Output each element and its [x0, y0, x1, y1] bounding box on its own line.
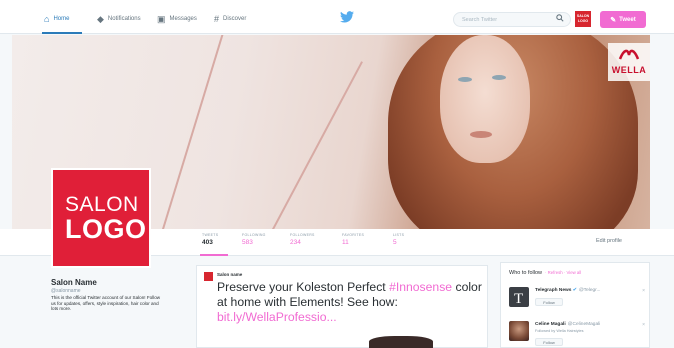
tweet-card[interactable]: Salon name Preserve your Koleston Perfec… — [196, 265, 488, 348]
bell-icon: ◆ — [97, 13, 104, 24]
wella-wave-icon — [618, 49, 640, 60]
model-lips — [470, 131, 492, 138]
nav-active-indicator — [42, 32, 82, 34]
profile-bio: This is the official Twitter account of … — [51, 295, 161, 312]
top-nav: ⌂ Home ◆ Notifications ▣ Messages # Disc… — [0, 0, 674, 34]
wella-wordmark: WELLA — [611, 65, 647, 75]
tweet-avatar[interactable] — [204, 272, 213, 281]
tweet-button-label: Tweet — [619, 16, 636, 23]
account-subtext: Followed by Wella Hairstyles — [535, 329, 584, 333]
follow-button[interactable]: Follow — [535, 298, 563, 306]
dismiss-icon[interactable]: × — [642, 322, 645, 328]
nav-home-label: Home — [53, 16, 70, 22]
nav-notifications-label: Notifications — [107, 16, 141, 22]
model-face — [440, 35, 530, 163]
stat-followers[interactable]: FOLLOWERS 234 — [290, 233, 322, 246]
stat-active-indicator — [200, 254, 228, 256]
salon-logo-line1: SALON — [65, 193, 139, 216]
compose-icon: ✎ — [610, 16, 617, 24]
nav-notifications[interactable]: ◆ Notifications — [97, 12, 141, 26]
stat-value: 234 — [290, 239, 301, 246]
search-icon[interactable] — [556, 14, 564, 22]
wella-logo: WELLA — [608, 43, 650, 81]
tweet-text: Preserve your Koleston Perfect #Innosens… — [217, 280, 485, 325]
stat-label: FOLLOWERS — [290, 233, 315, 237]
telegraph-t-icon: T — [514, 291, 523, 307]
tweet-author[interactable]: Salon name — [217, 272, 242, 277]
tweet-button[interactable]: ✎ Tweet — [600, 11, 646, 28]
search-input[interactable]: Search Twitter — [453, 12, 571, 27]
stat-label: FOLLOWING — [242, 233, 266, 237]
header-streak — [272, 61, 363, 229]
tweet-media-preview[interactable] — [369, 336, 433, 348]
verified-icon: ✔ — [572, 288, 577, 293]
stat-value: 11 — [342, 239, 349, 246]
profile-avatar[interactable]: SALON LOGO — [51, 168, 151, 268]
follow-button[interactable]: Follow — [535, 338, 563, 346]
stat-label: TWEETS — [202, 233, 219, 237]
who-to-follow-heading: Who to follow — [509, 270, 543, 276]
nav-avatar[interactable]: SALON LOGO — [575, 11, 591, 27]
hashtag-icon: # — [214, 13, 220, 24]
model-eye — [458, 77, 472, 82]
profile-name[interactable]: Salon Name — [51, 278, 97, 287]
suggested-account[interactable]: Celine Magali @CelineMagali Followed by W… — [509, 321, 645, 347]
nav-discover[interactable]: # Discover — [214, 12, 246, 26]
stat-value: 403 — [202, 239, 213, 246]
nav-messages[interactable]: ▣ Messages — [157, 12, 197, 26]
profile-handle[interactable]: @salonname — [51, 288, 81, 294]
stat-tweets[interactable]: TWEETS 403 — [202, 233, 234, 246]
edit-profile-button[interactable]: Edit profile — [596, 238, 622, 244]
nav-messages-label: Messages — [169, 16, 197, 22]
svg-text:T: T — [514, 291, 523, 307]
stat-label: FAVORITES — [342, 233, 365, 237]
account-avatar[interactable] — [509, 321, 529, 341]
tweet-text-part1: Preserve your Koleston Perfect — [217, 280, 390, 294]
header-streak — [162, 35, 225, 229]
twitter-bird-icon[interactable] — [340, 11, 354, 23]
account-display-name: Telegraph News — [535, 288, 572, 293]
account-handle: @Telegr... — [578, 288, 601, 293]
suggested-account[interactable]: T Telegraph News ✔ @Telegr... Follow × — [509, 287, 645, 313]
who-to-follow-panel: Who to follow · Refresh · View all T Tele… — [500, 262, 650, 348]
messages-icon: ▣ — [157, 13, 166, 24]
nav-home[interactable]: ⌂ Home — [44, 12, 69, 26]
stat-following[interactable]: FOLLOWING 583 — [242, 233, 274, 246]
account-name[interactable]: Celine Magali @CelineMagali — [535, 322, 600, 327]
who-to-follow-title: Who to follow · Refresh · View all — [509, 270, 581, 276]
stat-value: 583 — [242, 239, 253, 246]
stat-value: 5 — [393, 239, 397, 246]
account-handle: @CelineMagali — [567, 322, 601, 327]
twitter-profile-page: ⌂ Home ◆ Notifications ▣ Messages # Disc… — [0, 0, 674, 348]
account-avatar[interactable]: T — [509, 287, 529, 307]
account-display-name: Celine Magali — [535, 322, 566, 327]
follow-button-label: Follow — [543, 339, 555, 345]
nav-discover-label: Discover — [223, 16, 247, 22]
who-to-follow-links[interactable]: · Refresh · View all — [545, 270, 581, 275]
salon-logo-line2: LOGO — [65, 214, 147, 244]
tweet-link[interactable]: bit.ly/WellaProfessio... — [217, 310, 337, 324]
stat-favorites[interactable]: FAVORITES 11 — [342, 233, 374, 246]
home-icon: ⌂ — [44, 13, 50, 24]
stat-lists[interactable]: LISTS 5 — [393, 233, 425, 246]
account-name[interactable]: Telegraph News ✔ @Telegr... — [535, 288, 600, 293]
dismiss-icon[interactable]: × — [642, 288, 645, 294]
follow-button-label: Follow — [543, 299, 555, 305]
tweet-hashtag[interactable]: #Innosense — [389, 280, 452, 294]
model-eye — [492, 75, 506, 80]
stat-label: LISTS — [393, 233, 405, 237]
